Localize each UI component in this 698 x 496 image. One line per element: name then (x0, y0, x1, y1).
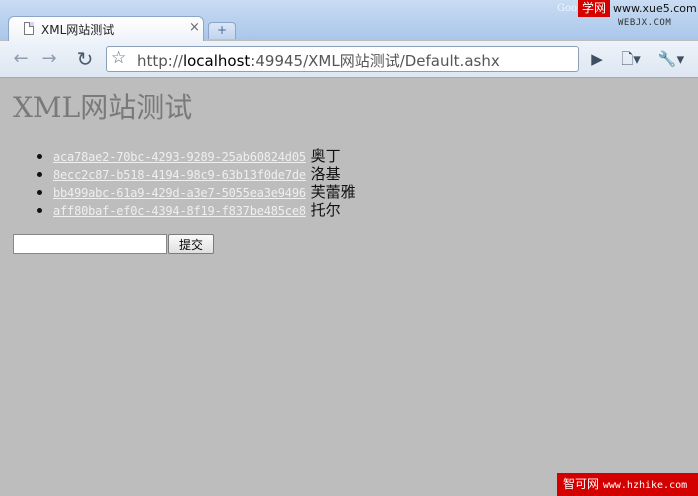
play-icon: ▶ (591, 50, 603, 68)
watermark-sub: WEBJX.COM (618, 18, 672, 28)
text-input[interactable] (13, 234, 167, 254)
watermark-bottom-url: www.hzhike.com (602, 480, 688, 491)
browser-toolbar: ← → ↻ ☆ http://localhost:49945/XML网站测试/D… (0, 41, 698, 78)
page-menu-button[interactable]: 🗋▾ (616, 48, 646, 70)
item-link[interactable]: 8ecc2c87-b518-4194-98c9-63b13f0de7de (53, 168, 306, 182)
item-name: 芙蕾雅 (310, 183, 356, 201)
submit-button[interactable]: 提交 (168, 234, 215, 254)
item-name: 托尔 (310, 201, 341, 219)
list-item: aca78ae2-70bc-4293-9289-25ab60824d05 奥丁 (53, 147, 356, 165)
window-label: Goo (557, 3, 578, 14)
people-list: aca78ae2-70bc-4293-9289-25ab60824d05 奥丁 … (0, 147, 356, 219)
watermark-site: www.xue5.com (613, 2, 697, 15)
page-menu-icon: 🗋▾ (621, 50, 641, 68)
go-button[interactable]: ▶ (586, 48, 608, 70)
new-tab-button[interactable]: + (208, 22, 236, 39)
reload-icon: ↻ (76, 47, 94, 71)
forward-button[interactable]: → (36, 47, 62, 71)
address-bar[interactable]: ☆ http://localhost:49945/XML网站测试/Default… (106, 46, 579, 72)
tab-title: XML网站测试 (41, 23, 115, 37)
url-rest: :49945/XML网站测试/Default.ashx (250, 52, 500, 70)
url-text: http://localhost:49945/XML网站测试/Default.a… (137, 50, 500, 71)
page-title: XML网站测试 (13, 91, 193, 124)
page-icon (24, 22, 34, 35)
watermark-bottom-label: 智可网 (563, 477, 600, 491)
reload-button[interactable]: ↻ (72, 47, 98, 71)
list-item: bb499abc-61a9-429d-a3e7-5055ea3e9496 芙蕾雅 (53, 183, 356, 201)
url-host: localhost (182, 52, 251, 70)
star-icon[interactable]: ☆ (111, 48, 126, 68)
arrow-right-icon: → (41, 48, 57, 69)
browser-titlebar: XML网站测试 × + Goo 学网 www.xue5.com WEBJX.CO… (0, 0, 698, 42)
watermark-top: 学网 www.xue5.com WEBJX.COM (578, 0, 698, 32)
wrench-menu-button[interactable]: 🔧▾ (654, 48, 688, 70)
list-item: aff80baf-ef0c-4394-8f19-f837be485ce8 托尔 (53, 201, 356, 219)
item-link[interactable]: aca78ae2-70bc-4293-9289-25ab60824d05 (53, 150, 306, 164)
submit-form: 提交 (13, 234, 215, 254)
page-content: XML网站测试 aca78ae2-70bc-4293-9289-25ab6082… (0, 78, 698, 496)
watermark-badge: 学网 (578, 0, 611, 17)
close-icon[interactable]: × (189, 20, 200, 35)
back-button[interactable]: ← (8, 47, 34, 71)
item-name: 奥丁 (310, 147, 341, 165)
list-item: 8ecc2c87-b518-4194-98c9-63b13f0de7de 洛基 (53, 165, 356, 183)
item-link[interactable]: aff80baf-ef0c-4394-8f19-f837be485ce8 (53, 204, 306, 218)
item-name: 洛基 (310, 165, 341, 183)
wrench-icon: 🔧▾ (657, 50, 685, 68)
url-prefix: http:// (137, 52, 183, 70)
arrow-left-icon: ← (13, 48, 29, 69)
watermark-bottom: 智可网 www.hzhike.com (557, 473, 698, 496)
item-link[interactable]: bb499abc-61a9-429d-a3e7-5055ea3e9496 (53, 186, 306, 200)
tab-active[interactable]: XML网站测试 × (8, 16, 204, 42)
